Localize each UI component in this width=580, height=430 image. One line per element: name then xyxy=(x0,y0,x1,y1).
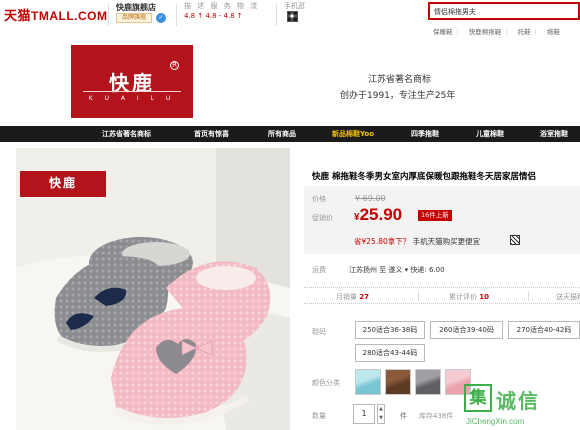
hot-word[interactable]: 保暖鞋 xyxy=(433,28,453,36)
banner-slogan-2: 创办于1991，专注生产25年 xyxy=(340,91,456,101)
nav-item[interactable]: 四季拖鞋 xyxy=(411,126,439,142)
tmall-logo-en: TMALL.COM xyxy=(31,9,108,23)
size-option[interactable]: 270适合40-42码 xyxy=(508,321,580,339)
promo-saving-text: 省¥25.80拿下？ xyxy=(354,237,411,246)
points-label: 送天猫积 xyxy=(556,293,580,301)
tmall-logo-cn: 天猫 xyxy=(4,8,32,23)
banner-slogan-1: 江苏省著名商标 xyxy=(368,75,432,85)
reviews-label: 累计评价 xyxy=(449,293,477,301)
nav-item-active[interactable]: 新品棉鞋Yoo xyxy=(332,126,374,142)
divider xyxy=(528,291,529,301)
shop-nav: 江苏省著名商标 首页有惊喜 所有商品 新品棉鞋Yoo 四季拖鞋 儿童棉鞋 浴室拖… xyxy=(0,126,580,142)
search-input[interactable]: 情侣棉拖男夫 xyxy=(428,2,580,20)
shop-name[interactable]: 快鹿旗舰店 xyxy=(116,2,156,13)
color-swatch[interactable] xyxy=(415,369,441,395)
watermark-logo: 集 xyxy=(464,384,492,412)
price-tag-badge: 16件上新 xyxy=(418,210,452,221)
shop-banner: 快鹿 R K U A I L U 江苏省著名商标 创办于1991，专注生产25年 xyxy=(0,44,580,126)
mobile-promo[interactable]: 省¥25.80拿下？ 手机天猫购买更便宜 xyxy=(354,236,480,247)
shipping-label: 运费 xyxy=(312,266,326,274)
color-swatch[interactable] xyxy=(355,369,381,395)
ratings-heading: 描 述 服 务 物 流 xyxy=(184,2,260,10)
verified-icon: ✓ xyxy=(156,13,166,23)
quantity-stepper[interactable]: ▲ ▼ xyxy=(377,404,385,424)
price-label: 价格 xyxy=(312,195,326,203)
photo-brand-logo: 快鹿 xyxy=(20,171,106,197)
stock-count: 库存438件 xyxy=(419,412,454,420)
size-option[interactable]: 250适合36-38码 xyxy=(355,321,425,339)
tmall-logo[interactable]: 天猫TMALL.COM xyxy=(4,5,108,24)
shipping-destination-select[interactable]: 江苏扬州 至 遂义 ▾ 快递: 6.00 xyxy=(349,265,445,275)
hot-word[interactable]: 托鞋 xyxy=(518,28,531,36)
nav-item[interactable]: 首页有惊喜 xyxy=(194,126,229,142)
watermark-url: JiChengXin.com xyxy=(466,417,525,426)
size-option[interactable]: 280适合43-44码 xyxy=(355,344,425,362)
top-bar: 天猫TMALL.COM 快鹿旗舰店 品牌旗舰 ✓ 描 述 服 务 物 流 4.8… xyxy=(0,0,580,44)
hot-word[interactable]: 快鹿棉拖鞋 xyxy=(469,28,502,36)
promo-price-value: 25.90 xyxy=(359,205,403,224)
watermark-text: 诚信 xyxy=(496,389,540,413)
divider xyxy=(418,291,419,301)
size-label: 鞋码 xyxy=(312,328,326,336)
brand-logo[interactable]: 快鹿 R K U A I L U xyxy=(71,45,193,118)
monthly-sales: 月销量 27 xyxy=(336,292,369,302)
promo-price: ¥25.90 xyxy=(354,205,402,225)
brand-logo-en: K U A I L U xyxy=(88,95,176,102)
reviews-value: 10 xyxy=(479,293,489,301)
ratings-values: 4.8 ↑ 4.8 - 4.8 ↑ xyxy=(184,12,243,20)
color-label: 颜色分类 xyxy=(312,379,340,387)
qr-code-icon[interactable] xyxy=(287,11,298,22)
product-title: 快鹿 棉拖鞋冬季男女室内厚底保暖包跟拖鞋冬天居家居情侣 xyxy=(312,172,536,182)
mobile-shop-label: 手机逛 xyxy=(284,2,305,10)
color-swatch[interactable] xyxy=(385,369,411,395)
nav-item[interactable]: 儿童棉鞋 xyxy=(476,126,504,142)
nav-item[interactable]: 浴室拖鞋 xyxy=(540,126,568,142)
product-main-image[interactable]: 快鹿 xyxy=(16,148,290,430)
divider xyxy=(108,4,109,26)
promo-price-label: 促销价 xyxy=(312,214,333,222)
quantity-input[interactable]: 1 xyxy=(353,404,375,424)
monthly-sales-value: 27 xyxy=(359,293,369,301)
qr-code-icon[interactable] xyxy=(510,235,520,245)
watermark: 集 诚信 JiChengXin.com xyxy=(464,384,580,430)
registered-mark-icon: R xyxy=(170,61,179,70)
search-input-value: 情侣棉拖男夫 xyxy=(434,8,476,16)
hot-word[interactable]: 拖鞋 xyxy=(547,28,560,36)
original-price: ¥ 69.00 xyxy=(355,194,386,203)
nav-item[interactable]: 所有商品 xyxy=(268,126,296,142)
nav-item[interactable]: 江苏省著名商标 xyxy=(102,126,151,142)
quantity-label: 数量 xyxy=(312,412,326,420)
total-reviews[interactable]: 累计评价 10 xyxy=(449,292,489,302)
size-option[interactable]: 260适合39-40码 xyxy=(430,321,503,339)
promo-phone-text: 手机天猫购买更便宜 xyxy=(412,237,481,246)
divider xyxy=(276,4,277,26)
quantity-unit: 件 xyxy=(400,412,407,420)
flagship-badge: 品牌旗舰 xyxy=(116,13,152,23)
brand-logo-rule xyxy=(83,91,181,92)
hot-words: 保暖鞋 | 快鹿棉拖鞋 | 托鞋 | 拖鞋 xyxy=(433,28,560,36)
monthly-sales-label: 月销量 xyxy=(336,293,357,301)
sales-stats: 月销量 27 累计评价 10 送天猫积 xyxy=(304,287,580,304)
divider xyxy=(176,4,177,26)
